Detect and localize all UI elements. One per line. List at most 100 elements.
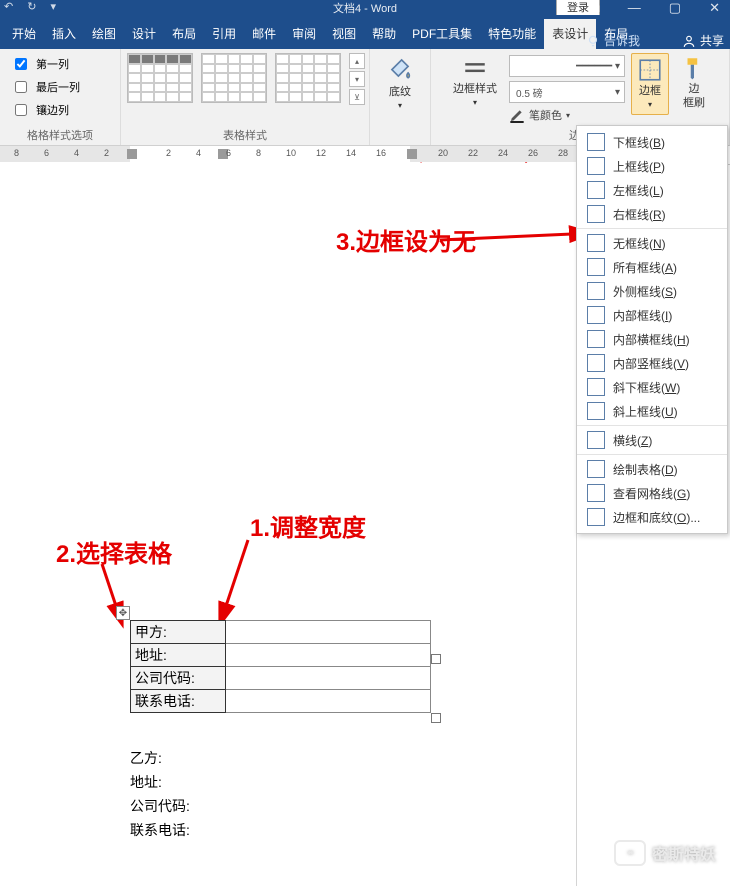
dropdown-item-绘制表格[interactable]: 绘制表格(D): [577, 454, 727, 481]
undo-icon[interactable]: ↶: [4, 0, 13, 15]
dropdown-item-下框线[interactable]: 下框线(B): [577, 130, 727, 154]
dropdown-item-右框线[interactable]: 右框线(R): [577, 202, 727, 226]
table-cell-label[interactable]: 甲方:: [131, 621, 226, 644]
up-icon[interactable]: ▴: [349, 53, 365, 69]
minimize-icon[interactable]: —: [628, 0, 641, 16]
dropdown-item-斜下框线[interactable]: 斜下框线(W): [577, 375, 727, 399]
tab-布局[interactable]: 布局: [164, 19, 204, 49]
table-style-thumb[interactable]: [201, 53, 267, 103]
quick-access-toolbar: ↶ ↻ ▾: [0, 0, 56, 15]
ruler-number: 2: [166, 148, 171, 158]
more-icon[interactable]: ⊻: [349, 89, 365, 105]
maximize-icon[interactable]: ▢: [669, 0, 681, 16]
tab-绘图[interactable]: 绘图: [84, 19, 124, 49]
tab-邮件[interactable]: 邮件: [244, 19, 284, 49]
ruler-number: 22: [468, 148, 478, 158]
dropdown-item-内部横框线[interactable]: 内部横框线(H): [577, 327, 727, 351]
tab-stop-icon[interactable]: [127, 149, 137, 159]
tab-特色功能[interactable]: 特色功能: [480, 19, 544, 49]
ruler-number: 4: [196, 148, 201, 158]
table-cell-value[interactable]: [226, 690, 431, 713]
table-row[interactable]: 地址:: [131, 644, 431, 667]
dropdown-item-内部框线[interactable]: 内部框线(I): [577, 303, 727, 327]
doc-table[interactable]: 甲方:地址:公司代码:联系电话:: [130, 620, 431, 713]
table-move-handle-icon[interactable]: ✥: [116, 606, 130, 620]
gallery-scroll[interactable]: ▴ ▾ ⊻: [349, 53, 363, 105]
pen-color-button[interactable]: 笔颜色▾: [509, 107, 625, 123]
opt-last-col[interactable]: 最后一列: [11, 78, 109, 96]
checkbox-first-col[interactable]: [15, 58, 27, 70]
tab-stop-icon[interactable]: [407, 149, 417, 159]
annotation-3: 3.边框设为无: [336, 222, 476, 257]
table-row[interactable]: 公司代码:: [131, 667, 431, 690]
redo-icon[interactable]: ↻: [27, 0, 36, 15]
border-option-icon: [587, 282, 605, 300]
doc-line[interactable]: 公司代码:: [130, 794, 190, 818]
tell-me-label: 告诉我: [604, 32, 640, 49]
dropdown-item-查看网格线[interactable]: 查看网格线(G): [577, 481, 727, 505]
tab-开始[interactable]: 开始: [4, 19, 44, 49]
dropdown-item-斜上框线[interactable]: 斜上框线(U): [577, 399, 727, 423]
table-cell-value[interactable]: [226, 644, 431, 667]
doc-line[interactable]: 乙方:: [130, 746, 190, 770]
checkbox-last-col[interactable]: [15, 81, 27, 93]
ribbon-options-icon[interactable]: ⧉: [591, 0, 600, 16]
tab-审阅[interactable]: 审阅: [284, 19, 324, 49]
table-cell-label[interactable]: 联系电话:: [131, 690, 226, 713]
dropdown-item-label: 所有框线(A): [613, 259, 677, 276]
table-style-thumb[interactable]: [275, 53, 341, 103]
dropdown-item-label: 斜下框线(W): [613, 379, 680, 396]
doc-line[interactable]: 联系电话:: [130, 818, 190, 842]
border-option-icon: [587, 306, 605, 324]
table-row[interactable]: 联系电话:: [131, 690, 431, 713]
tell-me[interactable]: 告诉我: [586, 32, 640, 49]
table-row[interactable]: 甲方:: [131, 621, 431, 644]
dropdown-item-外侧框线[interactable]: 外侧框线(S): [577, 279, 727, 303]
opt-banded-col[interactable]: 镶边列: [11, 101, 109, 119]
border-option-icon: [587, 484, 605, 502]
annotation-1: 1.调整宽度: [250, 508, 366, 543]
table-cell-value[interactable]: [226, 667, 431, 690]
border-option-icon: [587, 508, 605, 526]
dropdown-item-label: 斜上框线(U): [613, 403, 678, 420]
tab-引用[interactable]: 引用: [204, 19, 244, 49]
down-icon[interactable]: ▾: [349, 71, 365, 87]
dropdown-item-上框线[interactable]: 上框线(P): [577, 154, 727, 178]
resize-handle-icon[interactable]: [431, 654, 441, 664]
checkbox-banded-col[interactable]: [15, 104, 27, 116]
painter-icon: [681, 55, 707, 81]
tab-帮助[interactable]: 帮助: [364, 19, 404, 49]
dropdown-item-左框线[interactable]: 左框线(L): [577, 178, 727, 202]
shading-button[interactable]: 底纹 ▾: [381, 53, 419, 112]
border-linestyle-select[interactable]: ━━━━━━ ▾: [509, 55, 625, 77]
close-icon[interactable]: ✕: [709, 0, 720, 16]
tab-插入[interactable]: 插入: [44, 19, 84, 49]
dropdown-item-label: 边框和底纹(O)...: [613, 509, 700, 526]
border-option-icon: [587, 460, 605, 478]
dropdown-item-所有框线[interactable]: 所有框线(A): [577, 255, 727, 279]
dropdown-item-内部竖框线[interactable]: 内部竖框线(V): [577, 351, 727, 375]
table-cell-label[interactable]: 地址:: [131, 644, 226, 667]
ruler-number: 14: [346, 148, 356, 158]
border-style-button[interactable]: 边框样式 ▾: [447, 53, 503, 111]
chevron-down-icon: ▾: [473, 97, 477, 109]
border-painter-button[interactable]: 边 框刷: [675, 53, 713, 111]
table-cell-value[interactable]: [226, 621, 431, 644]
border-width-select[interactable]: 0.5 磅▾: [509, 81, 625, 103]
share-button[interactable]: 共享: [682, 32, 724, 49]
dropdown-item-横线[interactable]: 横线(Z): [577, 425, 727, 452]
tab-视图[interactable]: 视图: [324, 19, 364, 49]
table-cell-label[interactable]: 公司代码:: [131, 667, 226, 690]
tab-设计[interactable]: 设计: [124, 19, 164, 49]
tab-PDF工具集[interactable]: PDF工具集: [404, 19, 480, 49]
borders-button[interactable]: 边框 ▾: [631, 53, 669, 115]
doc-line[interactable]: 地址:: [130, 770, 190, 794]
table-style-thumb[interactable]: [127, 53, 193, 103]
ruler-number: 6: [226, 148, 231, 158]
group-style-options: 第一列 最后一列 镶边列 格格样式选项: [0, 49, 121, 145]
opt-first-col[interactable]: 第一列: [11, 55, 109, 73]
dropdown-item-边框和底纹[interactable]: 边框和底纹(O)...: [577, 505, 727, 529]
dropdown-item-无框线[interactable]: 无框线(N): [577, 228, 727, 255]
qat-dropdown-icon[interactable]: ▾: [50, 0, 56, 15]
resize-handle-icon[interactable]: [431, 713, 441, 723]
